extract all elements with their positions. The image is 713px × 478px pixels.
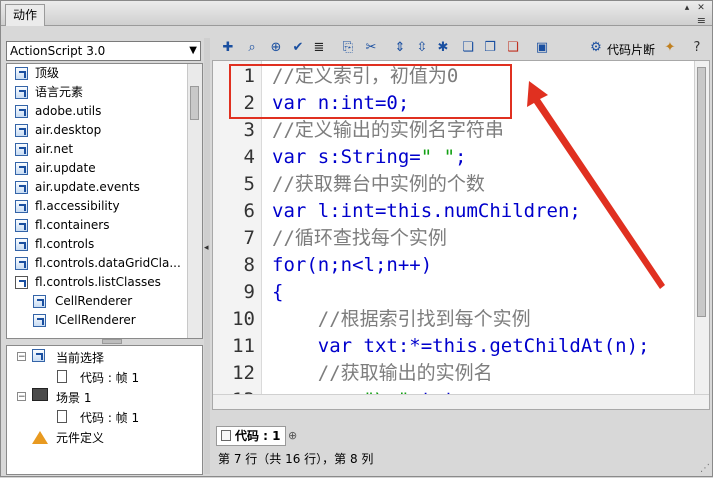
code-tab[interactable]: 代码 : 1 [216,426,286,446]
pin-icon[interactable] [221,430,231,441]
annotation-arrow [527,81,665,289]
resize-grip-icon[interactable]: ⋰ [700,463,710,474]
pin-script-icon[interactable]: ⊕ [288,429,297,442]
actions-panel: 动作 ▴ ✕ ≡ ActionScript 3.0 ▼ 顶级 语言元素 adob… [0,0,713,477]
status-bar: 第 7 行（共 16 行），第 8 列 [218,452,374,466]
code-tab-label: 代码 : 1 [235,429,281,443]
